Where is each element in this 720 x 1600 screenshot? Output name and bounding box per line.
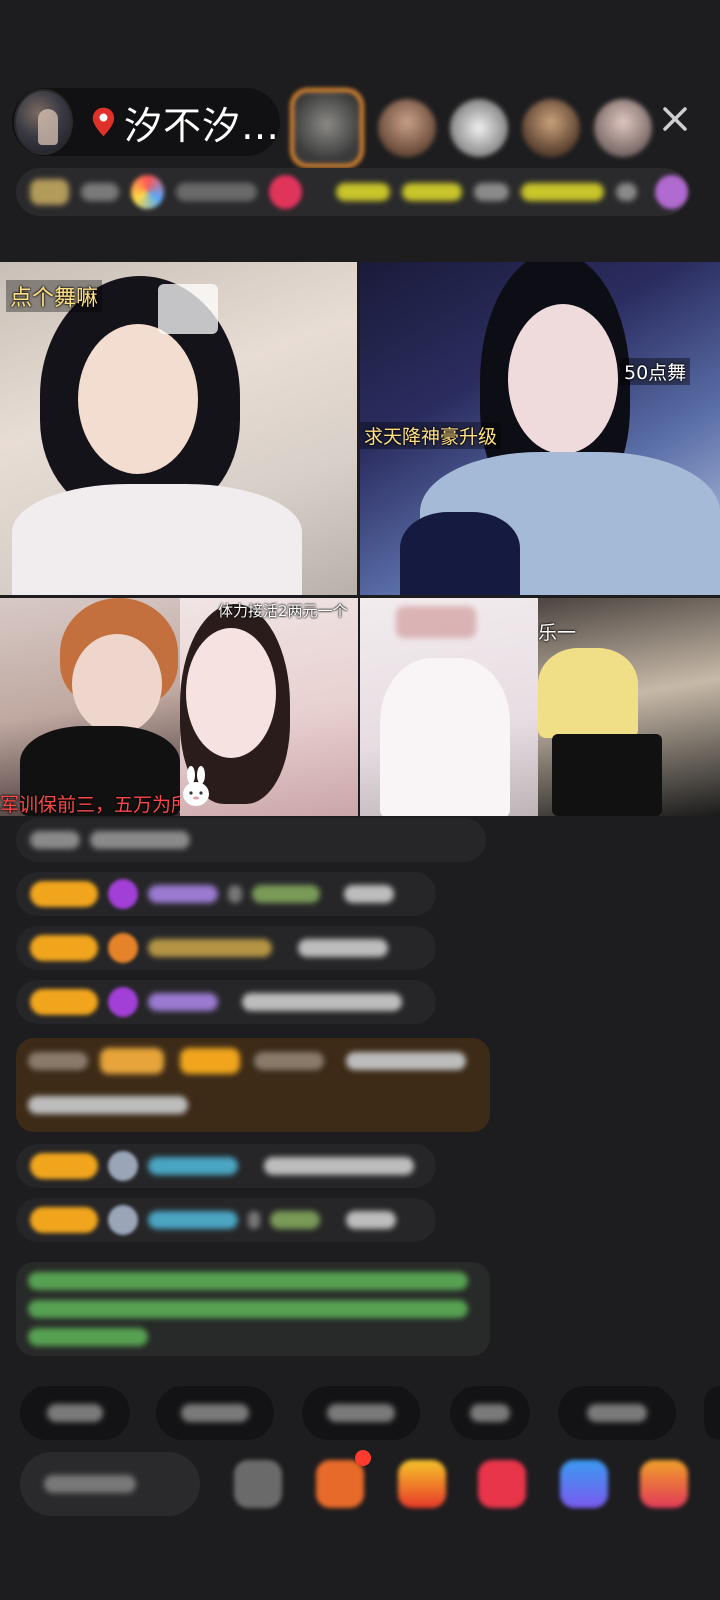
viewer-avatar[interactable] (378, 99, 436, 157)
person-face (78, 324, 198, 474)
quick-chip[interactable] (450, 1386, 530, 1440)
gift-notice[interactable] (16, 1038, 490, 1132)
emoji-icon[interactable] (234, 1460, 282, 1508)
person-face (72, 634, 162, 734)
tile-caption: 军训保前三，五万为所 (0, 794, 180, 816)
avatar-icon (108, 1151, 138, 1181)
level-badge (30, 881, 98, 907)
person-face (508, 304, 618, 454)
tag (336, 183, 391, 201)
room-info-bar[interactable] (16, 168, 689, 216)
person-face (186, 628, 276, 758)
video-tile[interactable]: 50点舞 求天降神豪升级 (360, 262, 720, 595)
person-top (400, 512, 520, 595)
chat-message[interactable] (16, 1144, 436, 1188)
rank-badge (30, 179, 69, 205)
live-room-screen: 汐不汐… 点个舞嘛 50点舞 求天降神豪升级 军训保前三，五万为所 体力接活2两… (0, 0, 720, 1600)
viewer-avatar[interactable] (522, 99, 580, 157)
level-badge (30, 1207, 98, 1233)
tile-caption: 点个舞嘛 (6, 280, 103, 312)
chat-message[interactable] (16, 818, 486, 862)
game-icon[interactable] (560, 1460, 608, 1508)
person-top (538, 648, 638, 738)
quick-chip[interactable] (558, 1386, 676, 1440)
gift-icon[interactable] (640, 1460, 688, 1508)
chat-message[interactable] (16, 980, 436, 1024)
tag (520, 183, 604, 201)
bunny-icon (183, 766, 209, 806)
diamond-icon (108, 879, 138, 909)
close-icon[interactable] (660, 104, 690, 134)
video-tile[interactable]: 军训保前三，五万为所 (0, 598, 180, 816)
video-tile[interactable] (360, 598, 538, 816)
chat-message[interactable] (16, 872, 436, 916)
gift-box-icon[interactable] (398, 1460, 446, 1508)
video-tile[interactable]: 乐一 (538, 598, 720, 816)
host-info-pill[interactable]: 汐不汐… (12, 88, 280, 156)
quick-chip[interactable] (156, 1386, 274, 1440)
avatar-icon (108, 1205, 138, 1235)
level-badge (30, 1153, 98, 1179)
viewer-avatar[interactable] (450, 99, 508, 157)
tile-caption: 乐一 (538, 622, 577, 644)
quick-chip[interactable] (302, 1386, 420, 1440)
fan-club-icon[interactable] (316, 1460, 364, 1508)
level-badge (30, 989, 98, 1015)
host-name: 汐不汐… (123, 103, 280, 148)
person-body (12, 484, 302, 595)
diamond-icon (108, 987, 138, 1017)
quick-chip[interactable] (20, 1386, 130, 1440)
viewer-avatar[interactable] (290, 88, 364, 168)
person-bottom (552, 734, 662, 816)
gift-icon (655, 175, 689, 209)
chat-message[interactable] (16, 926, 436, 970)
location-pin-icon (92, 107, 115, 137)
red-packet-icon[interactable] (478, 1460, 526, 1508)
viewer-avatar[interactable] (594, 99, 652, 157)
video-tile[interactable]: 点个舞嘛 (0, 262, 357, 595)
notification-dot (355, 1450, 371, 1466)
rank-text (80, 183, 120, 201)
tile-caption: 体力接活2两元一个 (218, 602, 348, 620)
tile-caption: 求天降神豪升级 (360, 422, 502, 449)
red-badge-icon (269, 175, 303, 209)
tile-caption: 50点舞 (620, 358, 691, 385)
info-text (176, 183, 258, 201)
fan-badge-icon (108, 933, 138, 963)
system-notice (16, 1262, 490, 1356)
chat-input[interactable] (20, 1452, 200, 1516)
person-body (380, 658, 510, 816)
chat-message[interactable] (16, 1198, 436, 1242)
top-viewers-list (290, 88, 652, 168)
host-avatar[interactable] (14, 89, 74, 155)
tag (402, 183, 463, 201)
level-badge (30, 935, 98, 961)
tag (474, 183, 509, 201)
colorful-icon (131, 175, 165, 209)
quick-chip[interactable] (704, 1386, 720, 1440)
tag (615, 183, 638, 201)
